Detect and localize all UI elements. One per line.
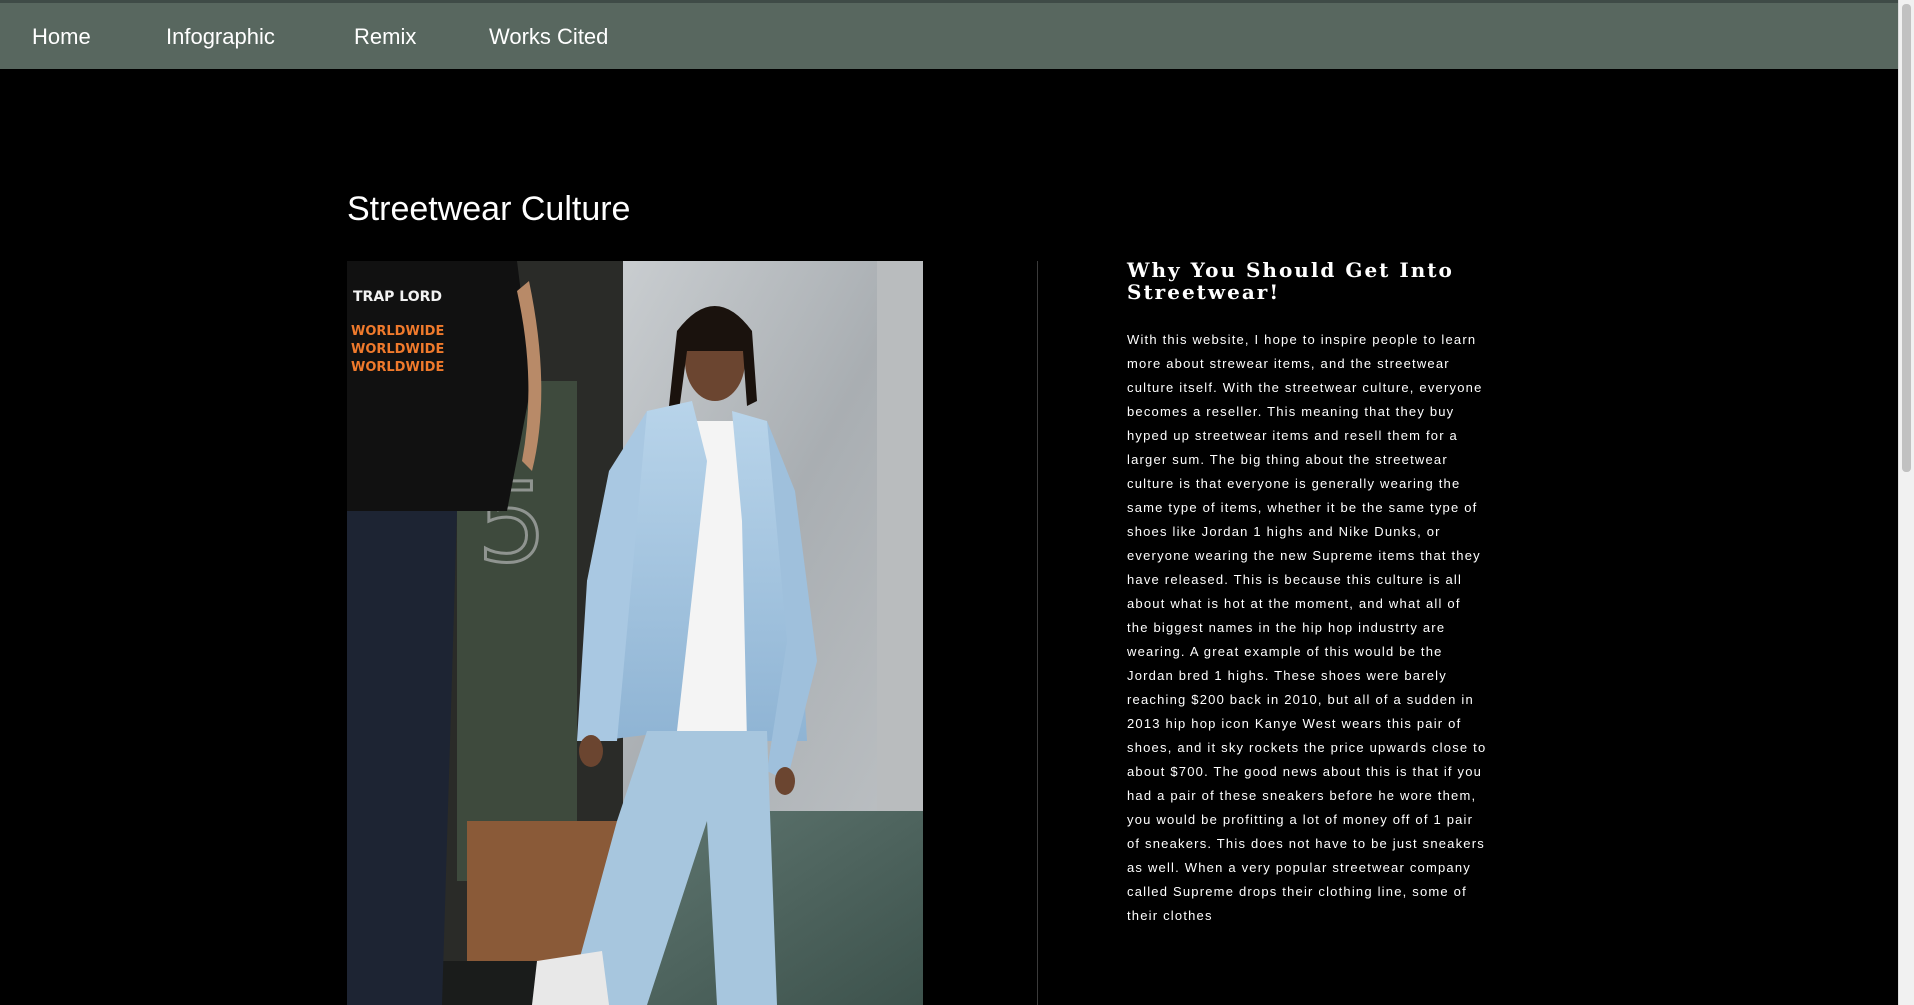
shirt-repeat-text-3: WORLDWIDE xyxy=(351,360,444,375)
shirt-repeat-text-1: WORLDWIDE xyxy=(351,324,444,339)
page-scrollbar[interactable] xyxy=(1898,0,1914,1005)
nav-infographic-link[interactable]: Infographic xyxy=(166,24,275,50)
top-navbar: Home Infographic Remix Works Cited xyxy=(0,3,1898,69)
shirt-text: TRAP LORD xyxy=(353,289,442,305)
scrollbar-thumb[interactable] xyxy=(1902,4,1911,472)
nav-home-link[interactable]: Home xyxy=(32,24,91,50)
page-title: Streetwear Culture xyxy=(347,190,631,228)
shirt-repeat-text-2: WORLDWIDE xyxy=(351,342,444,357)
article-body: With this website, I hope to inspire peo… xyxy=(1127,332,1487,923)
article-heading: Why You Should Get Into Streetwear! xyxy=(1127,258,1454,304)
streetwear-photo-illustration: 5 TRAP LORD WORLDWIDE WORLDWIDE WORLDWID… xyxy=(347,261,923,1005)
nav-works-cited-link[interactable]: Works Cited xyxy=(489,24,608,50)
column-divider xyxy=(1037,261,1038,1005)
nav-remix-link[interactable]: Remix xyxy=(354,24,416,50)
streetwear-photo: 5 TRAP LORD WORLDWIDE WORLDWIDE WORLDWID… xyxy=(347,261,923,1005)
